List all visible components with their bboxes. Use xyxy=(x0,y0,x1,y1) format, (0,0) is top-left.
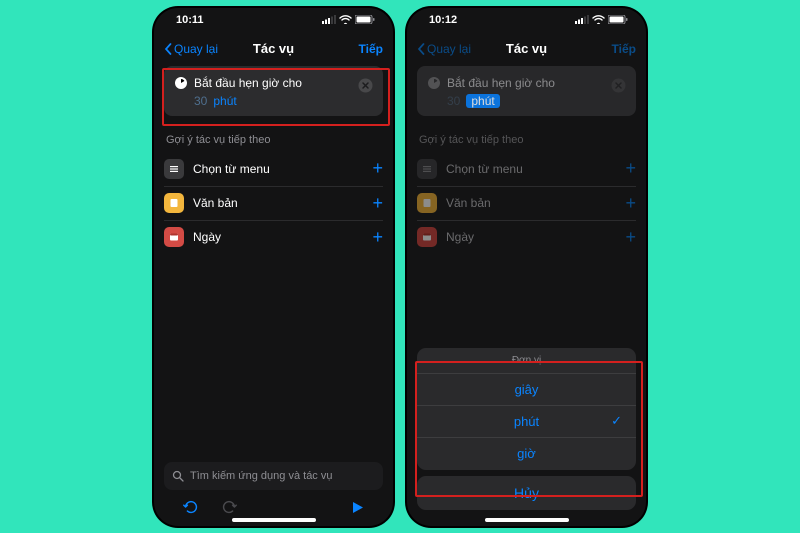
add-icon: + xyxy=(625,193,636,214)
action-card: Bắt đầu hẹn giờ cho 30 phút xyxy=(417,66,636,116)
duration-value: 30 xyxy=(447,94,460,108)
cancel-button[interactable]: Hủy xyxy=(417,476,636,510)
content: Bắt đầu hẹn giờ cho 30 phút Gợi ý tác vụ… xyxy=(407,66,646,526)
sheet-option[interactable]: giây xyxy=(417,374,636,406)
status-bar: 10:12 xyxy=(407,8,646,32)
suggestion-list: Chọn từ menu + Văn bản + Ngày + xyxy=(164,152,383,254)
check-icon: ✓ xyxy=(611,413,622,429)
back-button[interactable]: Quay lại xyxy=(164,42,218,56)
nav-bar: Quay lại Tác vụ Tiếp xyxy=(407,32,646,66)
calendar-icon xyxy=(417,227,437,247)
clear-icon xyxy=(611,78,626,98)
search-input[interactable]: Tìm kiếm ứng dụng và tác vụ xyxy=(164,462,383,490)
search-icon xyxy=(172,470,184,482)
add-icon: + xyxy=(625,158,636,179)
section-label: Gợi ý tác vụ tiếp theo xyxy=(166,134,383,146)
play-icon[interactable] xyxy=(350,500,365,520)
suggestion-item: Ngày + xyxy=(417,220,636,254)
calendar-icon xyxy=(164,227,184,247)
nav-bar: Quay lại Tác vụ Tiếp xyxy=(154,32,393,66)
add-icon[interactable]: + xyxy=(372,158,383,179)
timer-icon xyxy=(427,76,441,90)
action-title: Bắt đầu hẹn giờ cho xyxy=(447,76,555,90)
wifi-icon xyxy=(339,15,352,24)
text-icon xyxy=(164,193,184,213)
timer-icon xyxy=(174,76,188,90)
search-placeholder: Tìm kiếm ứng dụng và tác vụ xyxy=(190,470,332,482)
status-time: 10:11 xyxy=(176,14,204,26)
clear-icon[interactable] xyxy=(358,78,373,98)
suggestion-item: Chọn từ menu + xyxy=(417,152,636,186)
home-indicator[interactable] xyxy=(485,518,569,522)
sheet-header: Đơn vị xyxy=(417,348,636,374)
undo-icon[interactable] xyxy=(182,498,200,521)
phone-right: 10:12 Quay lại Tác vụ Tiếp Bắt đầ xyxy=(405,6,648,528)
option-label: giây xyxy=(515,382,539,397)
add-icon: + xyxy=(625,227,636,248)
back-label: Quay lại xyxy=(174,42,218,56)
home-indicator[interactable] xyxy=(232,518,316,522)
action-card[interactable]: Bắt đầu hẹn giờ cho 30 phút xyxy=(164,66,383,116)
add-icon[interactable]: + xyxy=(372,193,383,214)
duration-unit[interactable]: phút xyxy=(213,94,236,108)
content: Bắt đầu hẹn giờ cho 30 phút Gợi ý tác vụ… xyxy=(154,66,393,526)
signal-icon xyxy=(575,15,589,24)
suggestion-label: Văn bản xyxy=(446,196,616,210)
battery-icon xyxy=(608,15,628,24)
sheet-option[interactable]: phút ✓ xyxy=(417,406,636,438)
suggestion-label: Chọn từ menu xyxy=(193,162,363,176)
nav-title: Tác vụ xyxy=(253,41,294,56)
suggestion-label: Ngày xyxy=(193,230,363,244)
suggestion-label: Văn bản xyxy=(193,196,363,210)
wifi-icon xyxy=(592,15,605,24)
option-label: phút xyxy=(514,414,539,429)
action-sheet: Đơn vị giây phút ✓ giờ Hủy xyxy=(417,348,636,526)
section-label: Gợi ý tác vụ tiếp theo xyxy=(419,134,636,146)
signal-icon xyxy=(322,15,336,24)
suggestion-item[interactable]: Chọn từ menu + xyxy=(164,152,383,186)
menu-icon xyxy=(417,159,437,179)
status-right xyxy=(322,15,375,24)
menu-icon xyxy=(164,159,184,179)
suggestion-list: Chọn từ menu + Văn bản + Ngày + xyxy=(417,152,636,254)
status-time: 10:12 xyxy=(429,14,457,26)
suggestion-item: Văn bản + xyxy=(417,186,636,220)
status-right xyxy=(575,15,628,24)
action-title: Bắt đầu hẹn giờ cho xyxy=(194,76,302,90)
suggestion-item[interactable]: Ngày + xyxy=(164,220,383,254)
phone-left: 10:11 Quay lại Tác vụ Tiếp Bắt đầ xyxy=(152,6,395,528)
status-bar: 10:11 xyxy=(154,8,393,32)
sheet-group: Đơn vị giây phút ✓ giờ xyxy=(417,348,636,470)
screen: 10:11 Quay lại Tác vụ Tiếp Bắt đầ xyxy=(154,8,393,526)
sheet-option[interactable]: giờ xyxy=(417,438,636,470)
next-button[interactable]: Tiếp xyxy=(359,42,383,56)
duration-value[interactable]: 30 xyxy=(194,94,207,108)
suggestion-label: Chọn từ menu xyxy=(446,162,616,176)
suggestion-item[interactable]: Văn bản + xyxy=(164,186,383,220)
battery-icon xyxy=(355,15,375,24)
screen: 10:12 Quay lại Tác vụ Tiếp Bắt đầ xyxy=(407,8,646,526)
add-icon[interactable]: + xyxy=(372,227,383,248)
back-label: Quay lại xyxy=(427,42,471,56)
chevron-left-icon xyxy=(417,43,425,55)
option-label: giờ xyxy=(517,446,536,461)
nav-title: Tác vụ xyxy=(506,41,547,56)
text-icon xyxy=(417,193,437,213)
duration-unit[interactable]: phút xyxy=(466,94,499,108)
suggestion-label: Ngày xyxy=(446,230,616,244)
back-button: Quay lại xyxy=(417,42,471,56)
next-button: Tiếp xyxy=(612,42,636,56)
chevron-left-icon xyxy=(164,43,172,55)
